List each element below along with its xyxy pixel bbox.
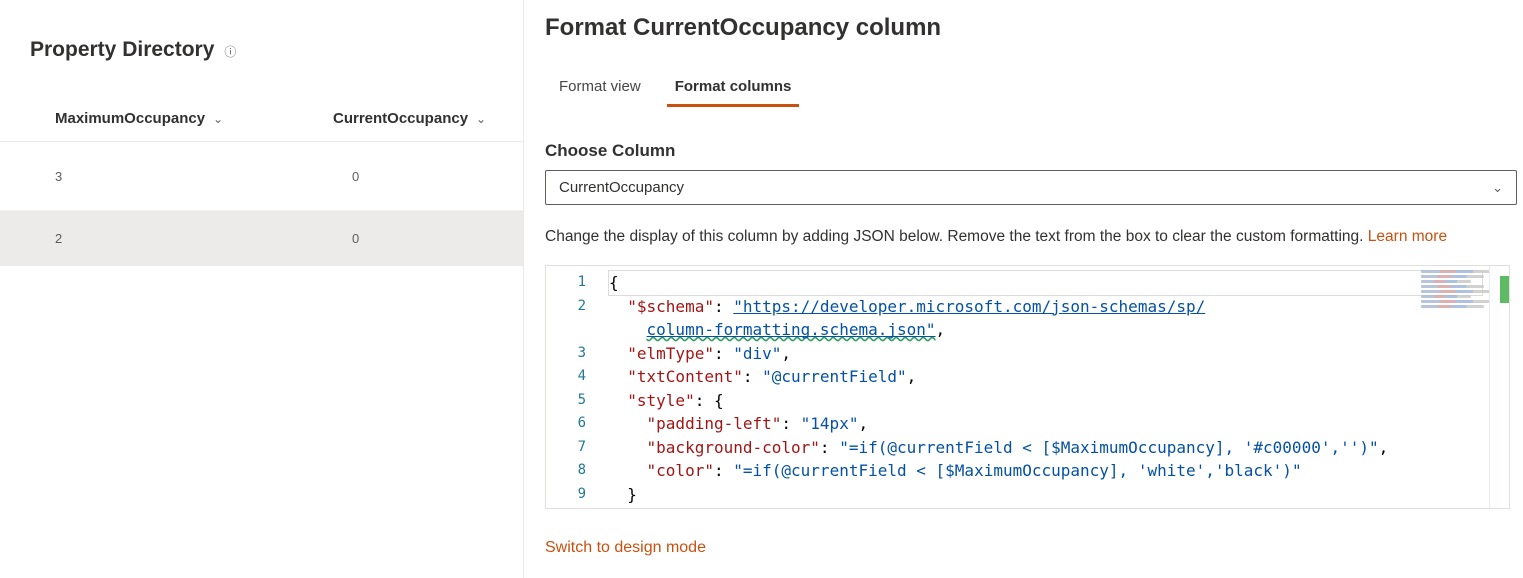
column-header-label: CurrentOccupancy bbox=[333, 110, 468, 127]
minimap-line bbox=[1421, 290, 1493, 293]
list-title-row: Property Directory ⓘ bbox=[0, 38, 523, 62]
cell-current-occupancy: 0 bbox=[352, 169, 359, 184]
code-line[interactable]: 8 "color": "=if(@currentField < [$Maximu… bbox=[546, 459, 1509, 483]
minimap-line bbox=[1421, 295, 1471, 298]
code-line[interactable]: 1{ bbox=[546, 271, 1509, 295]
switch-to-design-mode-link[interactable]: Switch to design mode bbox=[545, 539, 706, 557]
code-line[interactable]: 7 "background-color": "=if(@currentField… bbox=[546, 436, 1509, 460]
minimap-line bbox=[1421, 270, 1493, 273]
list-header: MaximumOccupancy ⌄ CurrentOccupancy ⌄ bbox=[0, 110, 523, 142]
table-row[interactable]: 3 0 bbox=[0, 142, 523, 211]
code-text: "color": "=if(@currentField < [$MaximumO… bbox=[608, 459, 1509, 483]
column-dropdown[interactable]: CurrentOccupancy ⌄ bbox=[545, 170, 1517, 205]
code-text: "$schema": "https://developer.microsoft.… bbox=[608, 295, 1509, 319]
line-number: 4 bbox=[546, 365, 608, 389]
line-number: 5 bbox=[546, 389, 608, 413]
code-line[interactable]: 3 "elmType": "div", bbox=[546, 342, 1509, 366]
info-icon[interactable]: ⓘ bbox=[224, 43, 236, 60]
choose-column-label: Choose Column bbox=[545, 141, 1517, 161]
list-title: Property Directory bbox=[30, 38, 214, 62]
scrollbar[interactable] bbox=[1489, 266, 1500, 508]
learn-more-link[interactable]: Learn more bbox=[1368, 228, 1447, 245]
tab-format-view[interactable]: Format view bbox=[551, 78, 649, 107]
minimap-line bbox=[1421, 280, 1471, 283]
code-text: "padding-left": "14px", bbox=[608, 412, 1509, 436]
code-text: column-formatting.schema.json", bbox=[608, 318, 1509, 342]
line-number: 1 bbox=[546, 271, 608, 295]
minimap[interactable] bbox=[1421, 270, 1493, 310]
line-number bbox=[546, 318, 608, 342]
schema-url-link[interactable]: column-formatting.schema.json" bbox=[647, 320, 936, 339]
code-line[interactable]: 2 "$schema": "https://developer.microsof… bbox=[546, 295, 1509, 319]
line-number: 6 bbox=[546, 412, 608, 436]
code-text: "elmType": "div", bbox=[608, 342, 1509, 366]
column-header-maximum-occupancy[interactable]: MaximumOccupancy ⌄ bbox=[55, 110, 333, 127]
column-dropdown-value: CurrentOccupancy bbox=[559, 179, 684, 196]
table-row-selected[interactable]: 2 0 bbox=[0, 211, 523, 266]
cell-current-occupancy: 0 bbox=[352, 231, 359, 246]
schema-url-link[interactable]: "https://developer.microsoft.com/json-sc… bbox=[733, 297, 1205, 316]
line-number: 9 bbox=[546, 483, 608, 507]
code-text: "txtContent": "@currentField", bbox=[608, 365, 1509, 389]
line-number: 8 bbox=[546, 459, 608, 483]
description-text: Change the display of this column by add… bbox=[545, 225, 1517, 248]
tab-format-columns[interactable]: Format columns bbox=[667, 78, 800, 107]
chevron-down-icon[interactable]: ⌄ bbox=[1492, 180, 1503, 196]
panel-title: Format CurrentOccupancy column bbox=[545, 14, 1517, 42]
overview-ruler-mark bbox=[1500, 276, 1509, 303]
code-text: } bbox=[608, 483, 1509, 507]
minimap-line bbox=[1421, 300, 1493, 303]
pivot-tabs: Format view Format columns bbox=[551, 78, 1517, 107]
line-number: 2 bbox=[546, 295, 608, 319]
code-text: "style": { bbox=[608, 389, 1509, 413]
code-text: { bbox=[608, 270, 1483, 296]
code-line[interactable]: 6 "padding-left": "14px", bbox=[546, 412, 1509, 436]
description-body: Change the display of this column by add… bbox=[545, 228, 1363, 245]
json-code-editor[interactable]: 1{2 "$schema": "https://developer.micros… bbox=[545, 265, 1510, 509]
minimap-line bbox=[1421, 285, 1484, 288]
code-line[interactable]: 5 "style": { bbox=[546, 389, 1509, 413]
code-lines: 1{2 "$schema": "https://developer.micros… bbox=[546, 266, 1509, 506]
minimap-line bbox=[1421, 305, 1484, 308]
column-header-current-occupancy[interactable]: CurrentOccupancy ⌄ bbox=[333, 110, 486, 127]
cell-maximum-occupancy: 3 bbox=[55, 169, 352, 184]
code-line[interactable]: 4 "txtContent": "@currentField", bbox=[546, 365, 1509, 389]
line-number: 7 bbox=[546, 436, 608, 460]
line-number: 3 bbox=[546, 342, 608, 366]
chevron-down-icon[interactable]: ⌄ bbox=[213, 112, 223, 126]
format-column-panel: Format CurrentOccupancy column Format vi… bbox=[524, 0, 1523, 578]
chevron-down-icon[interactable]: ⌄ bbox=[476, 112, 486, 126]
app-root: Property Directory ⓘ MaximumOccupancy ⌄ … bbox=[0, 0, 1523, 578]
code-line[interactable]: column-formatting.schema.json", bbox=[546, 318, 1509, 342]
cell-maximum-occupancy: 2 bbox=[55, 231, 352, 246]
list-pane: Property Directory ⓘ MaximumOccupancy ⌄ … bbox=[0, 0, 524, 578]
code-text: "background-color": "=if(@currentField <… bbox=[608, 436, 1509, 460]
column-header-label: MaximumOccupancy bbox=[55, 110, 205, 127]
code-line[interactable]: 9 } bbox=[546, 483, 1509, 507]
minimap-line bbox=[1421, 275, 1484, 278]
